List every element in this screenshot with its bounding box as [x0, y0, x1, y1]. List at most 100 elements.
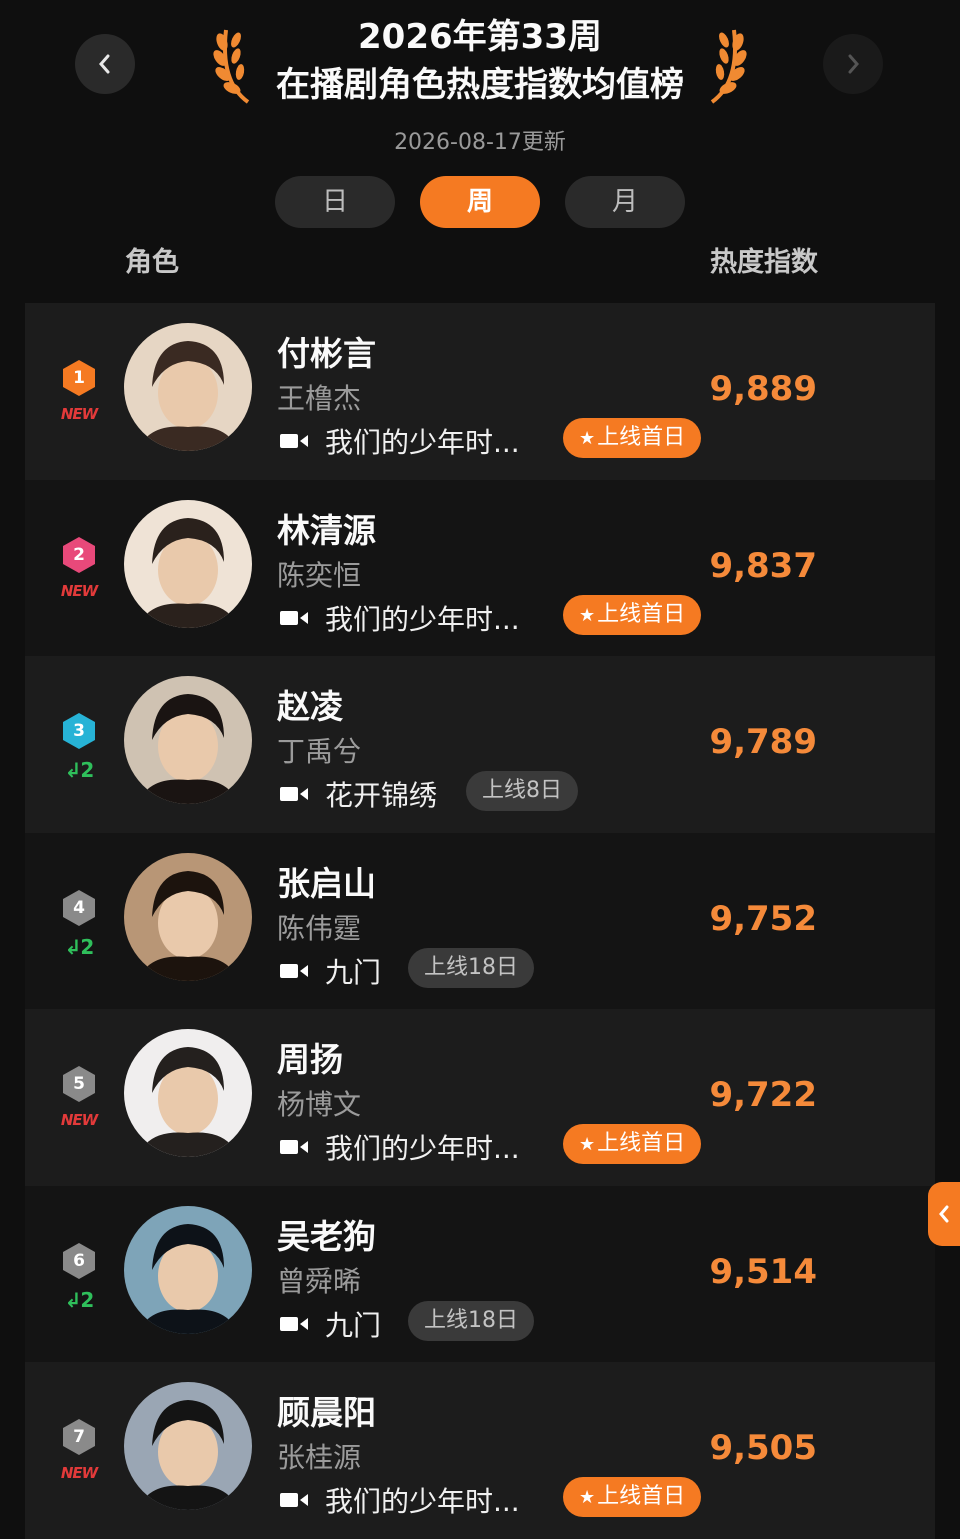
air-status-label: 上线18日 — [424, 954, 518, 980]
heat-index-value: 9,752 — [709, 898, 817, 939]
show-info[interactable]: 我们的少年时... — [279, 421, 520, 461]
table-row[interactable]: 4 ↲2 张启山 陈伟霆 九门 上线18日 9,752 — [25, 832, 935, 1009]
rank-change: ↲2 — [64, 934, 95, 959]
table-row[interactable]: 5 NEW 周扬 杨博文 我们的少年时... ★上线首日 9,722 — [25, 1009, 935, 1186]
air-status-label: 上线首日 — [597, 601, 686, 627]
star-icon: ★ — [579, 604, 596, 626]
air-status-badge: 上线8日 — [466, 771, 578, 811]
avatar[interactable] — [124, 1205, 252, 1334]
air-status-badge: 上线18日 — [408, 947, 534, 988]
rank-number: 7 — [73, 1427, 85, 1447]
show-title: 我们的少年时... — [325, 426, 520, 459]
show-info[interactable]: 花开锦绣 — [279, 774, 437, 814]
show-title: 我们的少年时... — [325, 1485, 520, 1518]
video-camera-icon — [280, 434, 308, 448]
show-title: 我们的少年时... — [325, 602, 520, 636]
actor-name[interactable]: 陈奕恒 — [277, 554, 361, 594]
actor-name[interactable]: 曾舜晞 — [277, 1260, 361, 1300]
rank-number: 6 — [73, 1250, 85, 1271]
show-title: 九门 — [325, 1308, 382, 1342]
column-header-role: 角色 — [125, 247, 179, 278]
table-row[interactable]: 7 NEW 顾晨阳 张桂源 我们的少年时... ★上线首日 9,505 — [25, 1362, 935, 1539]
heat-index-value: 9,837 — [709, 545, 817, 586]
star-icon: ★ — [579, 1134, 596, 1155]
heat-index-value: 9,514 — [709, 1251, 817, 1292]
column-header-heat: 热度指数 — [710, 247, 818, 278]
actor-name[interactable]: 杨博文 — [277, 1083, 361, 1123]
air-status-badge: 上线18日 — [408, 1300, 534, 1341]
show-title: 花开锦绣 — [325, 779, 438, 812]
avatar-portrait — [124, 1029, 252, 1157]
avatar-portrait — [124, 852, 252, 981]
rank-change: ↲2 — [64, 758, 95, 782]
air-status-label: 上线首日 — [597, 1131, 686, 1156]
ranking-list: 1 NEW 付彬言 王橹杰 我们的少年时... ★上线首日 9,889 2 NE… — [25, 303, 935, 1539]
character-name[interactable]: 赵凌 — [277, 680, 343, 728]
table-row[interactable]: 1 NEW 付彬言 王橹杰 我们的少年时... ★上线首日 9,889 — [25, 303, 935, 480]
avatar[interactable] — [124, 1029, 252, 1157]
heat-index-value: 9,789 — [709, 722, 817, 762]
rank-change: NEW — [60, 581, 98, 600]
rank-change: NEW — [60, 1111, 98, 1129]
title-week: 2026年第33周 — [358, 17, 602, 57]
character-name[interactable]: 周扬 — [277, 1033, 343, 1081]
show-info[interactable]: 九门 — [279, 1304, 381, 1344]
show-info[interactable]: 九门 — [279, 951, 381, 991]
avatar[interactable] — [124, 676, 252, 804]
avatar-portrait — [124, 676, 252, 804]
video-camera-icon — [280, 610, 308, 625]
table-row[interactable]: 6 ↲2 吴老狗 曾舜晞 九门 上线18日 9,514 — [25, 1185, 935, 1362]
heat-index-value: 9,889 — [709, 369, 817, 409]
show-info[interactable]: 我们的少年时... — [279, 598, 520, 638]
air-status-badge: ★上线首日 — [563, 594, 702, 635]
rank-badge: 2 — [61, 536, 97, 574]
character-name[interactable]: 顾晨阳 — [277, 1386, 376, 1434]
update-date: 2026-08-17更新 — [394, 130, 566, 155]
rank-change: ↲2 — [64, 1287, 95, 1312]
avatar[interactable] — [124, 499, 252, 628]
avatar[interactable] — [124, 1382, 252, 1510]
air-status-label: 上线首日 — [597, 1484, 686, 1509]
period-tabs: 日 周 月 — [0, 176, 960, 228]
actor-name[interactable]: 丁禹兮 — [277, 730, 361, 770]
show-title: 我们的少年时... — [325, 1132, 520, 1165]
avatar-portrait — [124, 1382, 252, 1510]
air-status-badge: ★上线首日 — [563, 1477, 702, 1517]
character-name[interactable]: 吴老狗 — [277, 1210, 376, 1258]
rank-change: NEW — [60, 1464, 98, 1482]
table-row[interactable]: 2 NEW 林清源 陈奕恒 我们的少年时... ★上线首日 9,837 — [25, 479, 935, 656]
rank-badge: 1 — [61, 359, 97, 397]
show-info[interactable]: 我们的少年时... — [279, 1480, 520, 1520]
video-camera-icon — [280, 787, 308, 801]
tab-month[interactable]: 月 — [565, 176, 685, 228]
actor-name[interactable]: 张桂源 — [277, 1436, 361, 1476]
side-drawer-toggle[interactable] — [928, 1182, 960, 1246]
actor-name[interactable]: 陈伟霆 — [277, 907, 361, 947]
character-name[interactable]: 林清源 — [277, 504, 376, 552]
show-info[interactable]: 我们的少年时... — [279, 1127, 520, 1167]
video-camera-icon — [280, 1316, 308, 1331]
star-icon: ★ — [579, 428, 596, 449]
actor-name[interactable]: 王橹杰 — [277, 377, 361, 417]
video-camera-icon — [280, 1493, 308, 1507]
table-row[interactable]: 3 ↲2 赵凌 丁禹兮 花开锦绣 上线8日 9,789 — [25, 656, 935, 833]
rank-badge: 3 — [61, 712, 97, 750]
tab-week[interactable]: 周 — [420, 176, 540, 228]
heat-index-value: 9,722 — [709, 1075, 817, 1115]
tab-day[interactable]: 日 — [275, 176, 395, 228]
rank-badge: 4 — [61, 889, 97, 927]
air-status-label: 上线首日 — [597, 425, 686, 450]
rank-badge: 5 — [61, 1065, 97, 1103]
character-name[interactable]: 付彬言 — [277, 327, 376, 375]
avatar[interactable] — [124, 323, 252, 451]
air-status-label: 上线8日 — [482, 778, 562, 803]
avatar-portrait — [124, 323, 252, 451]
air-status-badge: ★上线首日 — [563, 1124, 702, 1164]
air-status-badge: ★上线首日 — [563, 418, 702, 458]
rank-number: 4 — [73, 897, 85, 918]
avatar[interactable] — [124, 852, 252, 981]
rank-number: 1 — [73, 368, 85, 388]
rank-change: NEW — [60, 405, 98, 423]
air-status-label: 上线18日 — [424, 1307, 518, 1333]
character-name[interactable]: 张启山 — [277, 857, 376, 905]
